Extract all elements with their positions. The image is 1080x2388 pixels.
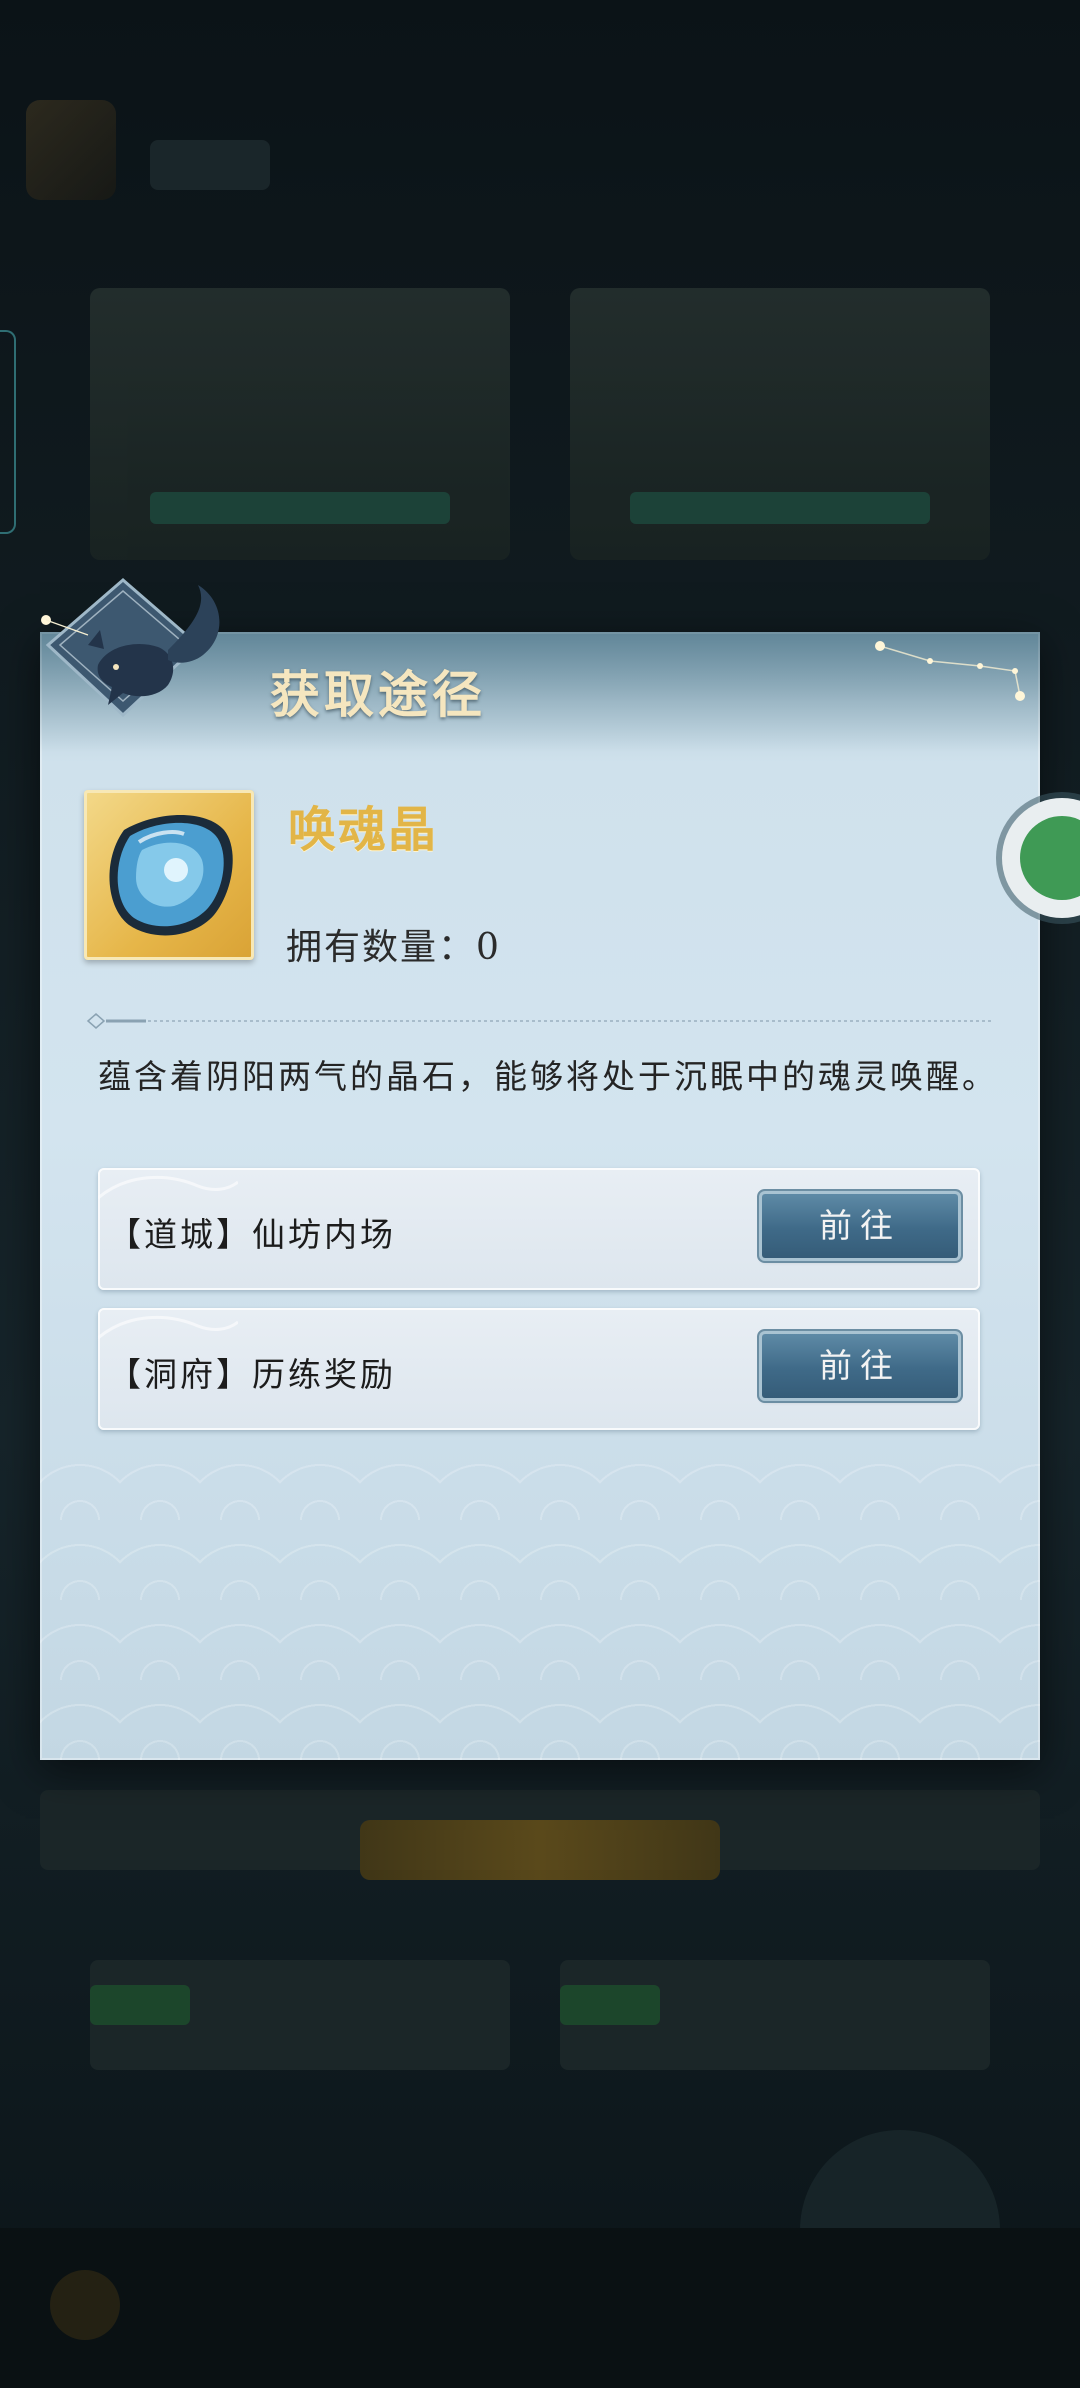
background-tag: [560, 1985, 660, 2025]
route-row: 【洞府】历练奖励 前往: [98, 1308, 980, 1430]
item-description: 蕴含着阴阳两气的晶石，能够将处于沉眠中的魂灵唤醒。: [98, 1057, 998, 1096]
dialog-title: 获取途径: [270, 665, 486, 724]
background-card: [570, 288, 990, 560]
go-button[interactable]: 前往: [762, 1334, 958, 1398]
background-tag: [90, 1985, 190, 2025]
owned-value: 0: [476, 927, 501, 968]
background-title: [150, 140, 270, 190]
background-banner: [360, 1820, 720, 1880]
cloud-swirl-icon: [98, 1175, 238, 1200]
cloud-pattern: [40, 1440, 1040, 1760]
background-bottom-bar: [0, 2228, 1080, 2388]
divider: [86, 1013, 992, 1029]
background-card: [90, 288, 510, 560]
cloud-swirl-icon: [98, 1315, 238, 1340]
background-menu-icon: [26, 100, 116, 200]
go-button[interactable]: 前往: [762, 1194, 958, 1258]
constellation-decoration: [875, 641, 1025, 701]
route-row: 【道城】仙坊内场 前往: [98, 1168, 980, 1290]
background-side-tab: [0, 330, 16, 534]
owned-count: 拥有数量：0: [286, 918, 501, 970]
route-label: 【道城】仙坊内场: [108, 1215, 396, 1254]
blue-crystal-icon: [109, 814, 233, 936]
background-bottom-icon: [50, 2270, 120, 2340]
fox-emblem-icon: [41, 578, 220, 718]
owned-label: 拥有数量：: [286, 927, 477, 968]
chat-bubble-icon: [1020, 816, 1080, 900]
item-icon-frame[interactable]: [84, 790, 254, 960]
route-label: 【洞府】历练奖励: [108, 1355, 396, 1394]
item-name: 唤魂晶: [288, 802, 439, 858]
